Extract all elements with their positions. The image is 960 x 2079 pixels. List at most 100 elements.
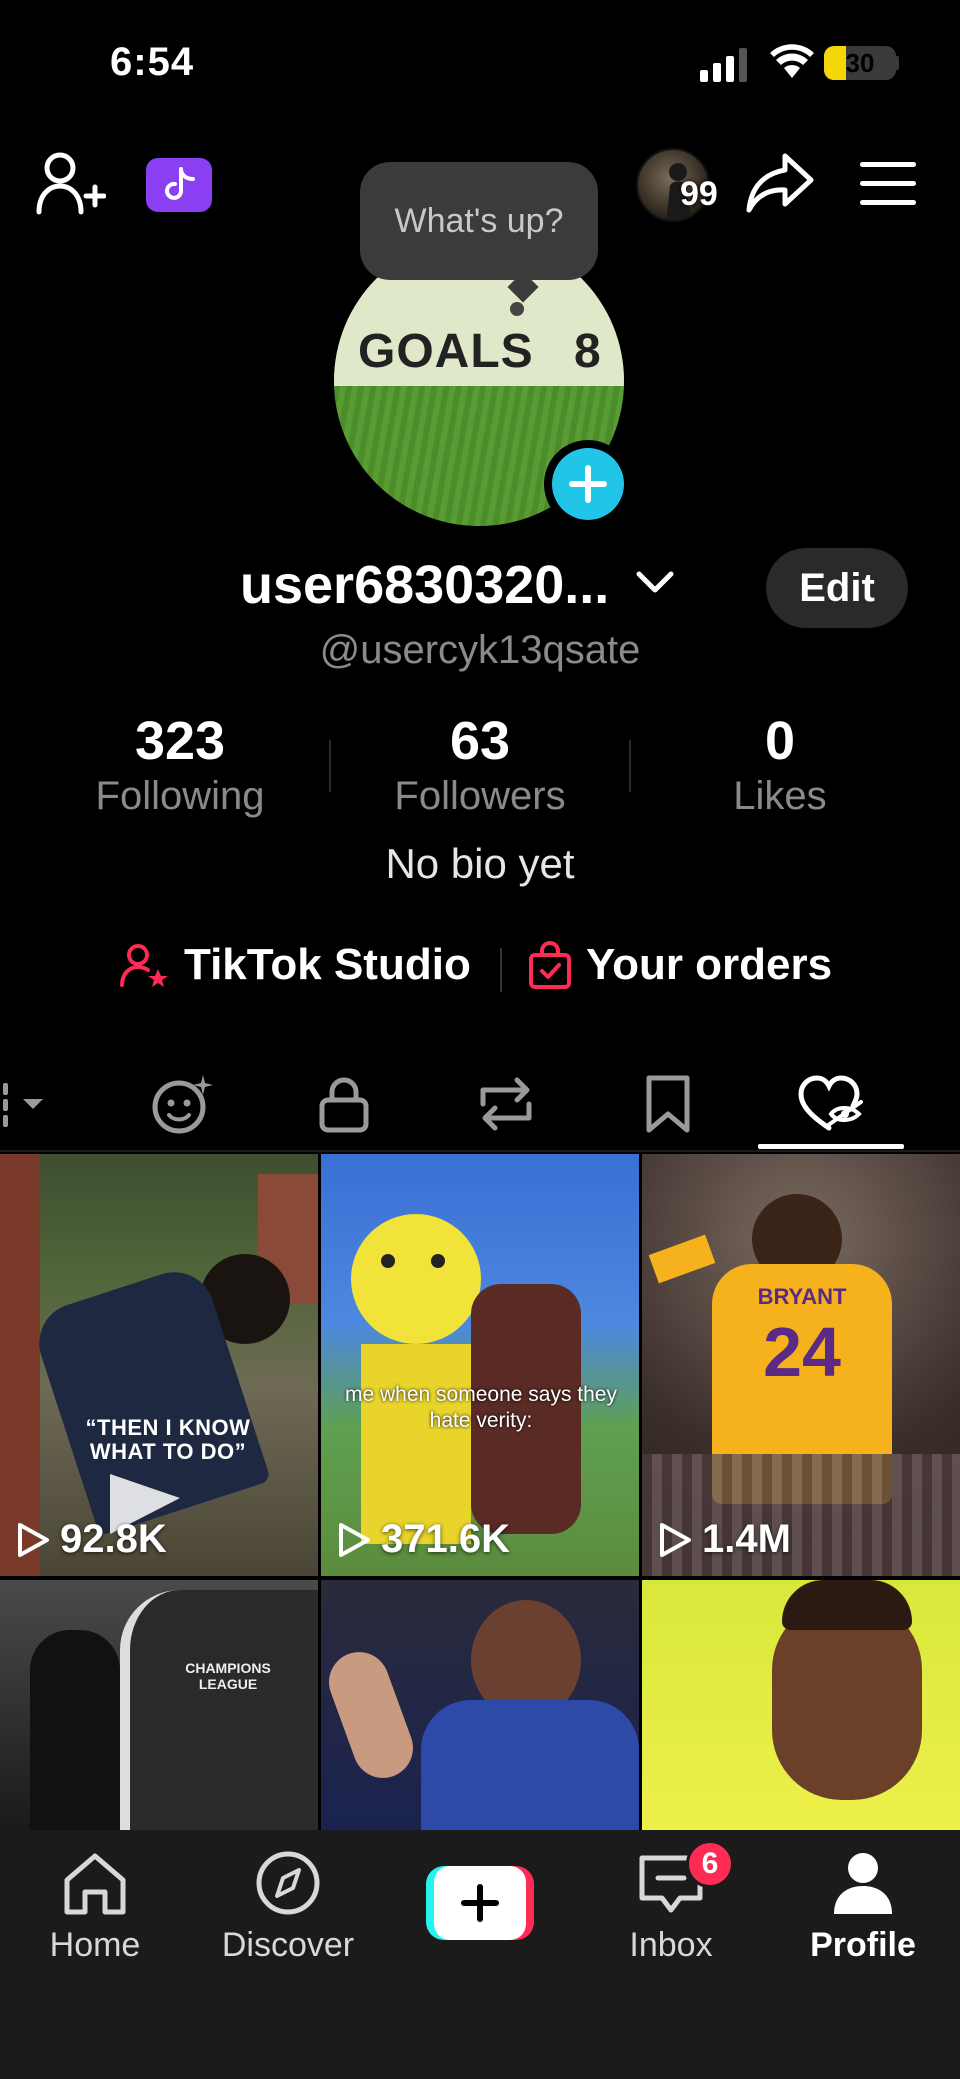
plus-icon bbox=[569, 465, 607, 503]
player-hair bbox=[782, 1580, 912, 1630]
tab-videos[interactable] bbox=[0, 1058, 74, 1150]
stat-value: 63 bbox=[449, 711, 511, 771]
player-arm bbox=[648, 1234, 716, 1284]
person-silhouette bbox=[30, 1630, 120, 1830]
stat-value: 323 bbox=[134, 711, 226, 771]
cellular-signal-icon bbox=[700, 48, 750, 87]
home-icon bbox=[64, 1853, 126, 1915]
play-icon bbox=[660, 1522, 691, 1557]
video-caption: me when someone says they hate verity: bbox=[345, 1383, 617, 1432]
play-icon bbox=[339, 1522, 370, 1557]
lock-icon bbox=[319, 1077, 369, 1133]
hamburger-icon bbox=[860, 162, 916, 205]
avatar-dot bbox=[510, 302, 524, 316]
creator-star-icon bbox=[120, 944, 168, 987]
edit-profile-button[interactable]: Edit bbox=[766, 548, 908, 628]
tiktok-studio-label: TikTok Studio bbox=[184, 940, 471, 989]
create-button[interactable] bbox=[426, 1866, 534, 1940]
tooltip-text: What's up? bbox=[394, 201, 564, 240]
share-icon bbox=[746, 153, 814, 213]
tiktok-note-icon bbox=[165, 167, 195, 200]
profile-links: TikTok Studio Your orders bbox=[0, 940, 960, 1000]
hand bbox=[321, 1643, 422, 1787]
nav-profile[interactable]: Profile bbox=[788, 1850, 938, 1980]
battery-nub bbox=[894, 56, 899, 70]
bookmark-icon bbox=[646, 1075, 690, 1133]
shopping-bag-icon bbox=[529, 941, 571, 989]
bottom-nav: Home Discover Inbox 6 Profile bbox=[0, 1830, 960, 2079]
stat-followers[interactable]: 63 Followers bbox=[330, 710, 630, 819]
nav-home[interactable]: Home bbox=[20, 1850, 170, 1980]
smiley-eye bbox=[431, 1254, 445, 1268]
brick-wall bbox=[0, 1154, 40, 1576]
stat-label: Likes bbox=[733, 774, 827, 818]
view-count: 371.6K bbox=[337, 1517, 510, 1562]
tab-reposts[interactable] bbox=[456, 1058, 556, 1150]
stat-label: Followers bbox=[394, 774, 566, 818]
bio-text[interactable]: No bio yet bbox=[0, 840, 960, 888]
status-time: 6:54 bbox=[110, 40, 195, 84]
chevron-down-icon[interactable] bbox=[635, 570, 675, 601]
stat-likes[interactable]: 0 Likes bbox=[630, 710, 930, 819]
status-tooltip[interactable]: What's up? bbox=[360, 162, 598, 280]
profile-icon bbox=[834, 1853, 892, 1914]
banner-wall bbox=[120, 1590, 318, 1830]
view-count-text: 92.8K bbox=[60, 1517, 167, 1561]
tab-stickers[interactable] bbox=[132, 1058, 232, 1150]
video-tile[interactable]: “THEN I KNOW WHAT TO DO” 92.8K bbox=[0, 1154, 318, 1576]
view-count-text: 371.6K bbox=[381, 1517, 510, 1561]
compass-icon bbox=[256, 1851, 320, 1915]
nav-discover[interactable]: Discover bbox=[213, 1850, 363, 1980]
tiktok-studio-link[interactable]: TikTok Studio bbox=[120, 940, 471, 990]
tab-liked[interactable] bbox=[780, 1058, 880, 1150]
yellow-body bbox=[361, 1344, 471, 1544]
video-tile[interactable] bbox=[642, 1580, 960, 1830]
plus-icon bbox=[461, 1884, 499, 1922]
play-icon bbox=[18, 1522, 49, 1557]
stat-value: 0 bbox=[764, 711, 796, 771]
tiktok-studio-shortcut[interactable] bbox=[146, 158, 212, 212]
add-friend-button[interactable] bbox=[34, 148, 108, 218]
video-caption: “THEN I KNOW WHAT TO DO” bbox=[85, 1415, 251, 1464]
banner-text: CHAMPIONS LEAGUE bbox=[185, 1660, 271, 1692]
nav-label: Profile bbox=[810, 1926, 916, 1964]
smiley-eye bbox=[381, 1254, 395, 1268]
add-avatar-button[interactable] bbox=[544, 440, 632, 528]
liked-hidden-icon bbox=[798, 1075, 863, 1131]
user-handle: @usercyk13qsate bbox=[319, 628, 641, 672]
profile-stats: 323 Following 63 Followers 0 Likes bbox=[0, 710, 960, 820]
view-count: 1.4M bbox=[658, 1517, 791, 1562]
nav-label: Discover bbox=[221, 1926, 355, 1964]
stat-following[interactable]: 323 Following bbox=[30, 710, 330, 819]
add-user-icon bbox=[36, 152, 106, 215]
video-tile[interactable]: BRYANT 24 1.4M bbox=[642, 1154, 960, 1576]
active-tab-indicator bbox=[758, 1144, 904, 1149]
player-face bbox=[772, 1600, 922, 1800]
jersey-name: BRYANT bbox=[757, 1284, 847, 1309]
stat-label: Following bbox=[95, 774, 265, 818]
avatar-number-text: 8 bbox=[574, 325, 601, 378]
video-tile[interactable]: CHAMPIONS LEAGUE bbox=[0, 1580, 318, 1830]
tab-favorites[interactable] bbox=[618, 1058, 718, 1150]
avatar-goals-text: GOALS bbox=[358, 325, 534, 378]
grid-dropdown-icon bbox=[3, 1083, 43, 1127]
view-count: 92.8K bbox=[16, 1517, 167, 1562]
wifi-icon bbox=[770, 44, 814, 83]
sparkle-face-icon bbox=[152, 1075, 213, 1134]
tab-private[interactable] bbox=[294, 1058, 394, 1150]
video-tile[interactable] bbox=[321, 1580, 639, 1830]
video-tile[interactable]: me when someone says they hate verity: 3… bbox=[321, 1154, 639, 1576]
nav-label: Home bbox=[49, 1926, 141, 1964]
link-divider bbox=[500, 948, 502, 992]
player-jacket bbox=[421, 1700, 639, 1830]
username-row[interactable]: user6830320... bbox=[240, 554, 675, 616]
your-orders-link[interactable]: Your orders bbox=[528, 940, 832, 990]
smiley-head bbox=[351, 1214, 481, 1344]
create-white-layer bbox=[434, 1866, 526, 1940]
share-profile-button[interactable] bbox=[742, 148, 818, 218]
battery-icon: 30 bbox=[824, 46, 896, 80]
repost-icon bbox=[480, 1077, 532, 1131]
jersey-number: 24 bbox=[763, 1313, 841, 1391]
menu-button[interactable] bbox=[856, 158, 920, 210]
tab-divider bbox=[0, 1150, 960, 1152]
